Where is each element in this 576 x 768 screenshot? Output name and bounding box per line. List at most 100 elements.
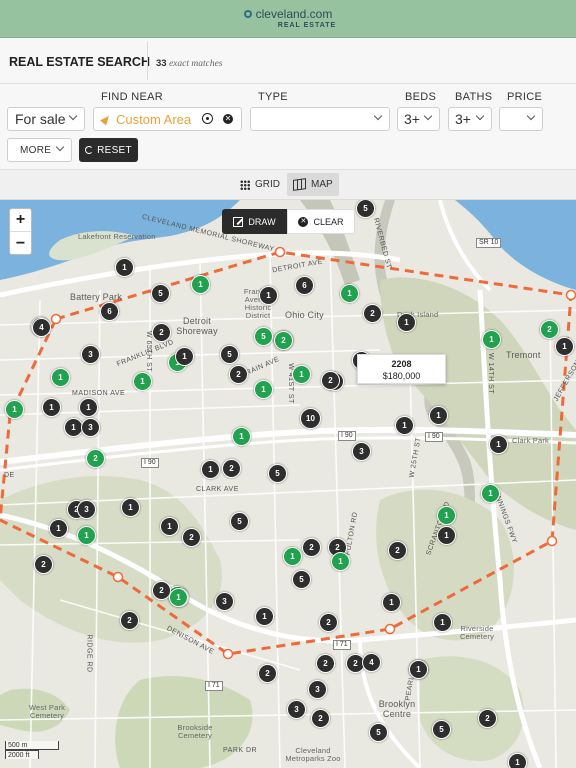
listing-cluster-marker[interactable]: 1 [42,398,61,417]
zoom-out-button[interactable]: − [10,232,31,255]
listing-cluster-marker[interactable]: 1 [429,406,448,425]
listing-cluster-marker[interactable]: 1 [115,258,134,277]
listing-cluster-marker[interactable]: 1 [5,400,24,419]
listing-cluster-marker[interactable]: 1 [175,347,194,366]
listing-cluster-marker[interactable]: 2 [34,555,53,574]
listing-cluster-marker[interactable]: 1 [331,552,350,571]
listing-cluster-marker[interactable]: 2 [319,613,338,632]
beds-select[interactable]: 3+ [397,107,440,131]
listing-cluster-marker[interactable]: 5 [151,284,170,303]
listing-cluster-marker[interactable]: 3 [287,700,306,719]
grid-view-button[interactable]: GRID [234,173,286,196]
listing-cluster-marker[interactable]: 1 [169,588,188,607]
listing-cluster-marker[interactable]: 3 [81,418,100,437]
listing-cluster-marker[interactable]: 1 [555,337,574,356]
clear-button[interactable]: ✕ CLEAR [287,209,355,234]
listing-cluster-marker[interactable]: 10 [300,408,321,429]
listing-cluster-marker[interactable]: 2 [316,654,335,673]
listing-cluster-marker[interactable]: 2 [229,365,248,384]
listing-cluster-marker[interactable]: 5 [369,723,388,742]
listing-cluster-marker[interactable]: 1 [49,519,68,538]
listing-cluster-marker[interactable]: 5 [292,570,311,589]
listing-cluster-marker[interactable]: 1 [255,607,274,626]
listing-cluster-marker[interactable]: 2 [302,538,321,557]
listing-cluster-marker[interactable]: 2 [363,304,382,323]
listing-cluster-marker[interactable]: 2 [274,331,293,350]
listing-cluster-marker[interactable]: 5 [268,464,287,483]
road-label: MADISON AVE [72,390,126,397]
more-filters-button[interactable]: MORE [7,138,72,162]
listing-cluster-marker[interactable]: 1 [254,380,273,399]
listing-cluster-marker[interactable]: 1 [51,368,70,387]
match-count-number: 33 [156,58,167,69]
listing-cluster-marker[interactable]: 1 [121,498,140,517]
listing-cluster-marker[interactable]: 1 [482,330,501,349]
type-select[interactable] [250,107,390,131]
listing-cluster-marker[interactable]: 4 [362,653,381,672]
listing-cluster-marker[interactable]: 1 [508,753,527,768]
listing-cluster-marker[interactable]: 3 [352,442,371,461]
brand-logo[interactable]: cleveland.com [243,8,332,20]
listing-cluster-marker[interactable]: 1 [77,526,96,545]
listing-cluster-marker[interactable]: 1 [133,372,152,391]
listing-cluster-marker[interactable]: 1 [395,416,414,435]
listing-cluster-marker[interactable]: 2 [388,541,407,560]
listing-cluster-marker[interactable]: 2 [478,709,497,728]
listing-cluster-marker[interactable]: 5 [432,720,451,739]
draw-button[interactable]: DRAW [222,209,287,234]
listing-cluster-marker[interactable]: 1 [160,517,179,536]
listing-cluster-marker[interactable]: 5 [230,512,249,531]
listing-cluster-marker[interactable]: 1 [340,284,359,303]
listing-cluster-marker[interactable]: 1 [232,427,251,446]
listing-cluster-marker[interactable]: 1 [79,398,98,417]
listing-cluster-marker[interactable]: 1 [409,660,428,679]
listing-cluster-marker[interactable]: 1 [437,526,456,545]
listing-cluster-marker[interactable]: 1 [437,506,456,525]
road-label: DE [4,472,15,479]
zoom-in-button[interactable]: + [10,209,31,232]
listing-cluster-marker[interactable]: 3 [215,592,234,611]
listing-cluster-marker[interactable]: 1 [433,613,452,632]
listing-cluster-marker[interactable]: 1 [397,313,416,332]
find-near-input[interactable]: Custom Area ✕ [93,107,242,131]
price-select[interactable] [499,107,543,131]
listing-cluster-marker[interactable]: 2 [86,449,105,468]
listing-cluster-marker[interactable]: 1 [489,435,508,454]
site-header: cleveland.com REAL ESTATE [0,0,576,38]
listing-cluster-marker[interactable]: 1 [292,365,311,384]
listing-cluster-marker[interactable]: 2 [152,323,171,342]
listing-cluster-marker[interactable]: 3 [308,680,327,699]
baths-select[interactable]: 3+ [448,107,492,131]
listing-type-select[interactable]: For sale [7,107,85,131]
title-bar: REAL ESTATE SEARCH 33 exact matches [0,38,576,84]
listing-cluster-marker[interactable]: 2 [222,459,241,478]
listing-cluster-marker[interactable]: 1 [283,547,302,566]
listing-cluster-marker[interactable]: 2 [120,611,139,630]
clear-input-icon[interactable]: ✕ [223,114,233,124]
listing-cluster-marker[interactable]: 3 [77,500,96,519]
current-location-icon[interactable] [202,113,213,124]
listing-cluster-marker[interactable]: 1 [259,286,278,305]
listing-cluster-marker[interactable]: 4 [32,318,51,337]
area-label: Clark Park [512,436,550,445]
reset-button[interactable]: RESET [79,138,138,162]
area-label: Battery Park [70,292,122,302]
listing-cluster-marker[interactable]: 2 [321,371,340,390]
listing-cluster-marker[interactable]: 3 [81,345,100,364]
listing-cluster-marker[interactable]: 1 [191,275,210,294]
listing-cluster-marker[interactable]: 1 [201,460,220,479]
listing-cluster-marker[interactable]: 6 [295,276,314,295]
listing-cluster-marker[interactable]: 5 [254,327,273,346]
listing-popup[interactable]: 2208 $180,000 [357,354,446,384]
listing-cluster-marker[interactable]: 2 [311,709,330,728]
listing-cluster-marker[interactable]: 2 [258,664,277,683]
listing-cluster-marker[interactable]: 2 [182,528,201,547]
listing-cluster-marker[interactable]: 5 [220,345,239,364]
listing-cluster-marker[interactable]: 2 [540,320,559,339]
map-view-button[interactable]: MAP [287,173,339,196]
road-label: PARK DR [223,747,258,754]
listing-cluster-marker[interactable]: 6 [100,302,119,321]
listing-cluster-marker[interactable]: 1 [481,484,500,503]
listing-cluster-marker[interactable]: 1 [382,593,401,612]
map-canvas[interactable]: Lakefront Reservation Battery Park Frank… [0,200,576,768]
